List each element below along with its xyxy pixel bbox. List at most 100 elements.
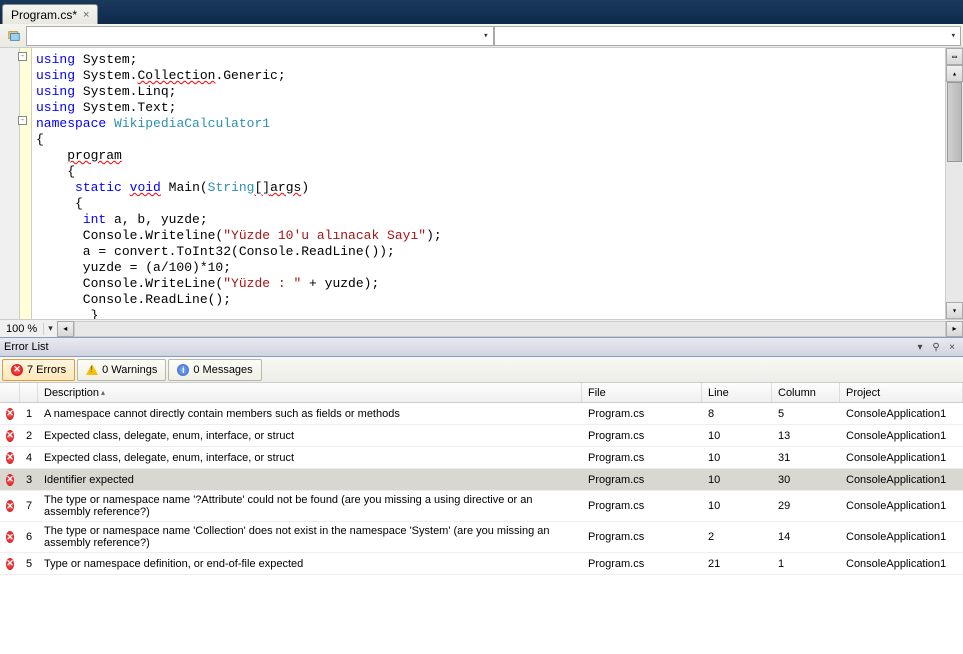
error-list-title: Error List (4, 341, 49, 353)
code-line[interactable]: yuzde = (a/100)*10; (32, 260, 945, 276)
type-dropdown[interactable]: ▾ (26, 26, 494, 46)
error-description: Identifier expected (38, 471, 582, 489)
col-number[interactable] (20, 383, 38, 402)
scroll-up-icon[interactable]: ▴ (946, 65, 963, 82)
code-editor[interactable]: -using System;using System.Collection.Ge… (0, 48, 963, 319)
error-filter-bar: ✕ 7 Errors 0 Warnings i 0 Messages (0, 357, 963, 383)
tab-title: Program.cs* (11, 8, 77, 22)
error-project: ConsoleApplication1 (840, 555, 963, 573)
code-line[interactable]: a = convert.ToInt32(Console.ReadLine()); (32, 244, 945, 260)
code-line[interactable]: Console.Writeline("Yüzde 10'u alınacak S… (32, 228, 945, 244)
code-line[interactable]: int a, b, yuzde; (32, 212, 945, 228)
outline-toggle-icon[interactable]: - (18, 52, 27, 61)
messages-filter-button[interactable]: i 0 Messages (168, 359, 261, 381)
outline-toggle-icon[interactable]: - (18, 116, 27, 125)
col-column[interactable]: Column (772, 383, 840, 402)
error-line: 2 (702, 528, 772, 546)
error-file: Program.cs (582, 528, 702, 546)
col-line[interactable]: Line (702, 383, 772, 402)
error-row[interactable]: ✕ 7The type or namespace name '?Attribute… (0, 491, 963, 522)
code-line[interactable]: -namespace WikipediaCalculator1 (32, 116, 945, 132)
hscroll-track[interactable] (74, 321, 946, 337)
code-line[interactable]: Console.ReadLine(); (32, 292, 945, 308)
error-number: 4 (20, 449, 38, 467)
warnings-filter-button[interactable]: 0 Warnings (77, 359, 166, 381)
col-file[interactable]: File (582, 383, 702, 402)
error-icon: ✕ (6, 430, 14, 442)
error-icon: ✕ (6, 558, 14, 570)
code-line[interactable]: Console.WriteLine("Yüzde : " + yuzde); (32, 276, 945, 292)
code-text-area[interactable]: -using System;using System.Collection.Ge… (32, 48, 945, 319)
error-file: Program.cs (582, 555, 702, 573)
col-project[interactable]: Project (840, 383, 963, 402)
class-icon (6, 28, 22, 44)
warnings-count: 0 Warnings (102, 364, 157, 376)
error-row[interactable]: ✕4Expected class, delegate, enum, interf… (0, 447, 963, 469)
error-row[interactable]: ✕ 6The type or namespace name 'Collection… (0, 522, 963, 553)
error-list-header[interactable]: Error List ▾ ⚲ × (0, 337, 963, 357)
code-line[interactable]: -using System; (32, 52, 945, 68)
error-column: 13 (772, 427, 840, 445)
code-line[interactable]: { (32, 196, 945, 212)
scroll-left-icon[interactable]: ◂ (57, 321, 74, 337)
error-icon: ✕ (6, 474, 14, 486)
error-number: 1 (20, 405, 38, 423)
error-number: 7 (20, 497, 38, 515)
file-tab[interactable]: Program.cs* × (2, 4, 98, 24)
error-table-header[interactable]: Description▴ File Line Column Project (0, 383, 963, 403)
error-project: ConsoleApplication1 (840, 497, 963, 515)
scroll-down-icon[interactable]: ▾ (946, 302, 963, 319)
chevron-down-icon: ▾ (951, 31, 956, 41)
error-column: 30 (772, 471, 840, 489)
errors-filter-button[interactable]: ✕ 7 Errors (2, 359, 75, 381)
code-line[interactable]: using System.Text; (32, 100, 945, 116)
error-project: ConsoleApplication1 (840, 427, 963, 445)
member-dropdown[interactable]: ▾ (494, 26, 962, 46)
chevron-down-icon[interactable]: ▾ (44, 323, 57, 334)
error-icon: ✕ (6, 531, 14, 543)
col-description[interactable]: Description▴ (38, 383, 582, 402)
close-icon[interactable]: × (945, 340, 959, 354)
pin-icon[interactable]: ⚲ (929, 340, 943, 354)
error-icon: ✕ (6, 500, 14, 512)
error-description: Type or namespace definition, or end-of-… (38, 555, 582, 573)
code-line[interactable]: { (32, 164, 945, 180)
code-line[interactable]: static void Main(String[]args) (32, 180, 945, 196)
split-icon[interactable]: ▭ (946, 48, 963, 65)
scroll-thumb[interactable] (947, 82, 962, 162)
scroll-right-icon[interactable]: ▸ (946, 321, 963, 337)
error-row[interactable]: ✕3Identifier expectedProgram.cs1030Conso… (0, 469, 963, 491)
error-icon: ✕ (6, 408, 14, 420)
error-description: The type or namespace name '?Attribute' … (38, 491, 582, 521)
error-line: 10 (702, 497, 772, 515)
error-line: 8 (702, 405, 772, 423)
error-description: A namespace cannot directly contain memb… (38, 405, 582, 423)
scroll-track[interactable] (946, 82, 963, 302)
close-icon[interactable]: × (83, 9, 89, 21)
error-description: Expected class, delegate, enum, interfac… (38, 449, 582, 467)
warning-icon (86, 364, 98, 375)
error-description: The type or namespace name 'Collection' … (38, 522, 582, 552)
error-row[interactable]: ✕ 1A namespace cannot directly contain me… (0, 403, 963, 425)
code-line[interactable]: using System.Linq; (32, 84, 945, 100)
error-project: ConsoleApplication1 (840, 471, 963, 489)
error-number: 6 (20, 528, 38, 546)
zoom-level[interactable]: 100 % (0, 323, 44, 335)
navigation-dropdown-bar: ▾ ▾ (0, 24, 963, 48)
code-line[interactable]: program (32, 148, 945, 164)
code-line[interactable]: } (32, 308, 945, 319)
error-file: Program.cs (582, 405, 702, 423)
chevron-down-icon: ▾ (483, 31, 488, 41)
col-icon[interactable] (0, 383, 20, 402)
window-position-icon[interactable]: ▾ (913, 340, 927, 354)
code-line[interactable]: { (32, 132, 945, 148)
vertical-scrollbar[interactable]: ▭ ▴ ▾ (945, 48, 963, 319)
error-file: Program.cs (582, 449, 702, 467)
error-icon: ✕ (11, 364, 23, 376)
errors-count: 7 Errors (27, 364, 66, 376)
error-line: 10 (702, 471, 772, 489)
error-file: Program.cs (582, 427, 702, 445)
error-row[interactable]: ✕2Expected class, delegate, enum, interf… (0, 425, 963, 447)
error-row[interactable]: ✕5Type or namespace definition, or end-o… (0, 553, 963, 575)
code-line[interactable]: using System.Collection.Generic; (32, 68, 945, 84)
